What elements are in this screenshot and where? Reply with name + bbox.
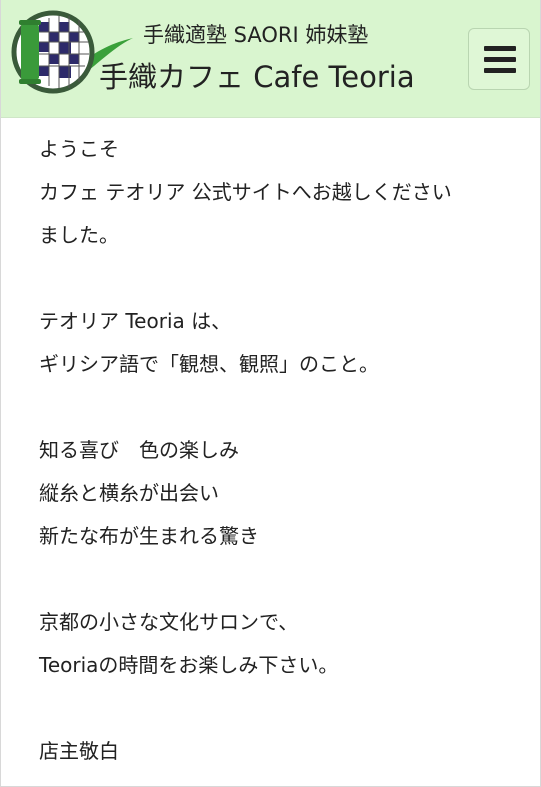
message-line: 京都の小さな文化サロンで、 — [39, 610, 299, 634]
site-title[interactable]: 手織カフェ Cafe Teoria — [99, 58, 415, 96]
page: 手織適塾 SAORI 姉妹塾 手織カフェ Cafe Teoria ようこそ カフ… — [0, 0, 541, 787]
hamburger-menu-icon-bar — [484, 57, 516, 62]
message-line: カフェ テオリア 公式サイトへお越しください — [39, 180, 452, 204]
hamburger-menu-icon — [484, 46, 516, 51]
message-line-blank — [39, 257, 519, 300]
menu-button[interactable] — [468, 28, 530, 90]
message-signature: 店主敬白 — [39, 739, 119, 763]
message-line-blank — [39, 687, 519, 730]
message-line-blank — [39, 558, 519, 601]
message-line: ギリシア語で「観想、観照」のこと。 — [39, 352, 379, 376]
message-line: 縦糸と横糸が出会い — [39, 481, 219, 505]
greeting-message: ようこそ カフェ テオリア 公式サイトへお越しください ました。 テオリア Te… — [39, 128, 519, 773]
message-line: 新たな布が生まれる驚き — [39, 524, 259, 548]
message-line: テオリア Teoria は、 — [39, 309, 232, 333]
message-line: Teoriaの時間をお楽しみ下さい。 — [39, 653, 339, 677]
message-line-blank — [39, 386, 519, 429]
hamburger-menu-icon-bar — [484, 68, 516, 73]
message-line: 知る喜び 色の楽しみ — [39, 438, 239, 462]
site-header: 手織適塾 SAORI 姉妹塾 手織カフェ Cafe Teoria — [1, 0, 540, 118]
site-subtitle: 手織適塾 SAORI 姉妹塾 — [143, 23, 369, 47]
message-line: ようこそ — [39, 137, 119, 161]
message-line: ました。 — [39, 223, 119, 247]
